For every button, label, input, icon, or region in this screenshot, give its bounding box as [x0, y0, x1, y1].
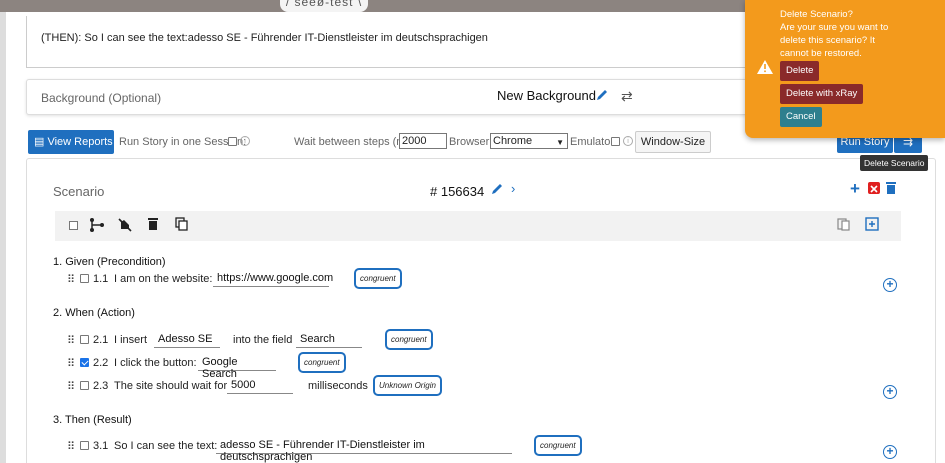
status-badge: congruent: [298, 352, 346, 373]
section-then: 3. Then (Result): [53, 414, 132, 426]
trash-icon[interactable]: [885, 181, 897, 198]
step-number: 1.1: [93, 273, 109, 285]
browser-value: Chrome: [493, 135, 533, 147]
background-label: Background (Optional): [41, 91, 162, 105]
select-all-checkbox[interactable]: [69, 221, 78, 230]
pencil-icon[interactable]: [595, 88, 609, 105]
step-text: So I can see the text:: [114, 440, 218, 452]
step-text: into the field: [233, 334, 293, 346]
popover-title: Delete Scenario?: [780, 9, 853, 20]
left-stripe: [0, 12, 6, 463]
step-2-3: ⠿ 2.3 The site should wait for 5000 mill…: [67, 375, 867, 398]
step-checkbox[interactable]: [80, 358, 89, 367]
brand-text: seeø-test: [294, 0, 354, 9]
section-when: 2. When (Action): [53, 307, 135, 319]
step-3-1: ⠿ 3.1 So I can see the text: adesso SE -…: [67, 435, 867, 463]
run-one-session-checkbox[interactable]: [228, 137, 237, 146]
drag-handle-icon[interactable]: ⠿: [67, 440, 75, 453]
step-text: The site should wait for: [114, 380, 228, 392]
step-field[interactable]: Search: [296, 330, 362, 348]
add-icon[interactable]: +: [850, 179, 860, 199]
wait-input[interactable]: 2000: [399, 133, 447, 149]
deactivate-icon[interactable]: [117, 217, 133, 236]
step-number: 3.1: [93, 440, 109, 452]
step-2-1: ⠿ 2.1 I insert Adesso SE into the field …: [67, 329, 867, 352]
cancel-button[interactable]: Cancel: [780, 107, 822, 127]
step-field[interactable]: 5000: [227, 376, 293, 394]
info-icon[interactable]: i: [623, 136, 633, 146]
scenario-id: # 156634: [430, 184, 485, 199]
delete-scenario-icon[interactable]: [867, 180, 881, 196]
swap-icon[interactable]: ⇄: [621, 88, 633, 105]
view-reports-label: View Reports: [47, 136, 113, 148]
scenario-title: Scenario: [53, 184, 105, 199]
window-size-button[interactable]: Window-Size: [635, 131, 711, 153]
drag-handle-icon[interactable]: ⠿: [67, 334, 75, 347]
add-step-icon[interactable]: +: [883, 278, 897, 292]
delete-button[interactable]: Delete: [780, 61, 820, 81]
pencil-icon[interactable]: [490, 182, 504, 199]
browser-select[interactable]: Chrome ▼: [490, 133, 568, 149]
step-field[interactable]: https://www.google.com: [213, 269, 333, 287]
paste-icon[interactable]: [837, 217, 851, 234]
step-checkbox[interactable]: [80, 335, 89, 344]
branch-icon[interactable]: [89, 217, 105, 236]
status-badge: congruent: [354, 268, 402, 289]
trash-icon[interactable]: [147, 217, 159, 234]
add-block-icon[interactable]: [865, 217, 879, 234]
step-checkbox[interactable]: [80, 441, 89, 450]
drag-handle-icon[interactable]: ⠿: [67, 357, 75, 370]
step-checkbox[interactable]: [80, 274, 89, 283]
reports-icon: ▤: [34, 136, 48, 148]
brand-logo: / seeø-test \: [280, 0, 368, 12]
drag-handle-icon[interactable]: ⠿: [67, 380, 75, 393]
info-icon[interactable]: i: [240, 136, 250, 146]
step-2-2: ⠿ 2.2 I click the button: Google Search …: [67, 352, 867, 380]
emulator-checkbox[interactable]: [611, 137, 620, 146]
step-field[interactable]: Google Search: [198, 353, 276, 380]
status-badge: congruent: [534, 435, 582, 456]
status-badge: Unknown Origin: [373, 375, 442, 396]
step-field[interactable]: adesso SE - Führender IT-Dienstleister i…: [216, 436, 512, 463]
step-number: 2.3: [93, 380, 109, 392]
step-number: 2.1: [93, 334, 109, 346]
copy-icon[interactable]: [175, 217, 189, 234]
status-badge: congruent: [385, 329, 433, 350]
section-given: 1. Given (Precondition): [53, 256, 166, 268]
delete-with-xray-button[interactable]: Delete with xRay: [780, 84, 864, 104]
chevron-down-icon: ▼: [556, 138, 564, 147]
step-toolbar: [55, 211, 901, 241]
warning-icon: [757, 60, 773, 77]
add-step-icon[interactable]: +: [883, 385, 897, 399]
step-text: I am on the website:: [114, 273, 213, 285]
scenario-card: Scenario # 156634 › + 1. Given (Precondi…: [26, 158, 936, 463]
tooltip: Delete Scenario: [860, 155, 929, 171]
step-text: I click the button:: [114, 357, 197, 369]
chevron-right-icon[interactable]: ›: [511, 181, 515, 196]
step-1-1: ⠿ 1.1 I am on the website: https://www.g…: [67, 268, 867, 291]
background-name: New Background: [497, 88, 596, 103]
drag-handle-icon[interactable]: ⠿: [67, 273, 75, 286]
view-reports-button[interactable]: ▤ View Reports: [28, 130, 114, 154]
step-field[interactable]: Adesso SE: [154, 330, 220, 348]
step-text: I insert: [114, 334, 148, 346]
popover-message: Are your sure you want to delete this sc…: [780, 22, 889, 59]
step-text: milliseconds: [308, 380, 368, 392]
step-checkbox[interactable]: [80, 381, 89, 390]
delete-scenario-popover: Delete Scenario? Are your sure you want …: [745, 0, 945, 138]
step-number: 2.2: [93, 357, 109, 369]
browser-label: Browser:: [449, 136, 493, 148]
then-preview-text: (THEN): So I can see the text:adesso SE …: [41, 32, 488, 44]
add-step-icon[interactable]: +: [883, 445, 897, 459]
